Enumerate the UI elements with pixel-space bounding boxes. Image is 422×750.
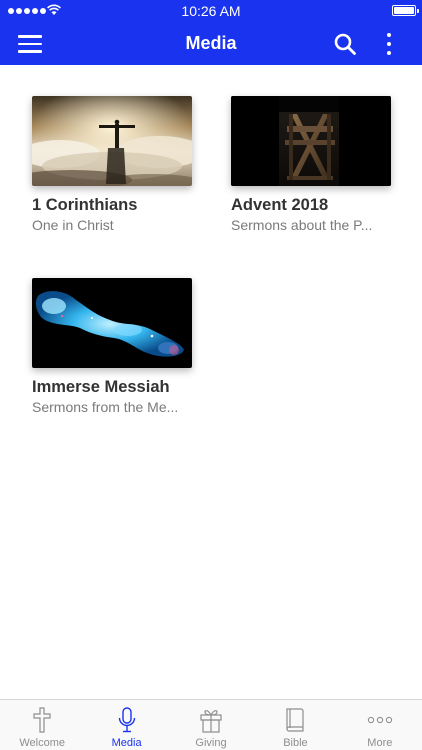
tab-giving[interactable]: Giving (169, 700, 253, 750)
tab-more[interactable]: More (338, 700, 422, 750)
series-title: Advent 2018 (231, 196, 401, 215)
tab-label: Media (84, 737, 168, 749)
media-series-card[interactable]: 1 Corinthians One in Christ (32, 96, 202, 233)
tab-label: Bible (253, 737, 337, 749)
tab-media[interactable]: Media (84, 700, 168, 750)
status-bar: 10:26 AM (0, 0, 422, 22)
series-thumbnail-image (32, 278, 192, 368)
series-thumbnail-image (32, 96, 192, 186)
microphone-icon (114, 706, 140, 734)
hamburger-menu-icon[interactable] (18, 32, 44, 54)
book-icon (282, 706, 308, 734)
page-title: Media (0, 33, 422, 54)
series-subtitle: Sermons about the P... (231, 217, 401, 233)
nav-bar: Media (0, 22, 422, 65)
cross-icon (29, 706, 55, 734)
tab-welcome[interactable]: Welcome (0, 700, 84, 750)
ellipsis-icon (367, 706, 393, 734)
tab-label: Welcome (0, 737, 84, 749)
gift-icon (198, 706, 224, 734)
series-title: 1 Corinthians (32, 196, 202, 215)
more-options-icon[interactable] (382, 31, 396, 57)
media-series-card[interactable]: Advent 2018 Sermons about the P... (231, 96, 401, 233)
status-time: 10:26 AM (0, 3, 422, 19)
series-subtitle: One in Christ (32, 217, 202, 233)
search-icon[interactable] (333, 32, 357, 56)
series-subtitle: Sermons from the Me... (32, 399, 202, 415)
battery-icon (392, 5, 416, 16)
tab-bar: Welcome Media Giving Bible (0, 699, 422, 750)
media-series-card[interactable]: Immerse Messiah Sermons from the Me... (32, 278, 202, 415)
tab-label: Giving (169, 737, 253, 749)
series-thumbnail-image (231, 96, 391, 186)
tab-label: More (338, 737, 422, 749)
series-title: Immerse Messiah (32, 378, 202, 397)
tab-bible[interactable]: Bible (253, 700, 337, 750)
